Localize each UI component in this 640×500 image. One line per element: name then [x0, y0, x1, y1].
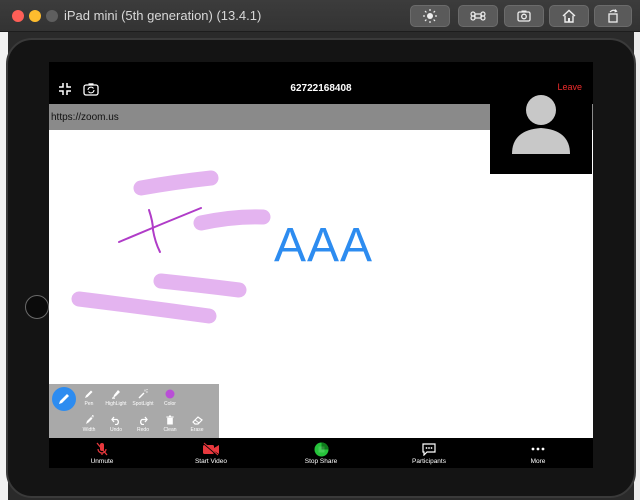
color-tool-label: Color	[164, 401, 176, 407]
home-icon	[562, 9, 576, 23]
avatar-placeholder-icon	[512, 95, 570, 154]
highlighter-icon	[112, 390, 120, 399]
ipad-home-button[interactable]	[25, 295, 49, 319]
more-dots-icon	[531, 447, 545, 451]
pen-icon	[85, 390, 93, 398]
chat-bubble-icon	[422, 443, 436, 456]
start-video-button[interactable]: Start Video	[173, 442, 249, 465]
command-button[interactable]	[458, 5, 498, 27]
more-label: More	[530, 458, 546, 465]
stop-share-label: Stop Share	[304, 458, 338, 465]
screenshot-icon	[517, 10, 531, 22]
brightness-button[interactable]	[410, 5, 450, 27]
undo-icon	[111, 416, 119, 425]
redo-tool[interactable]: Redo	[129, 414, 157, 433]
meeting-controls-bar: Unmute Start Video Stop Share Participan…	[49, 438, 593, 468]
pen-tool-label: Pen	[84, 401, 94, 407]
stop-share-icon	[314, 442, 328, 456]
screenshot-button[interactable]	[504, 5, 544, 27]
highlight-tool[interactable]: HighLight	[102, 388, 130, 407]
stop-share-button[interactable]: Stop Share	[283, 442, 359, 465]
redo-tool-label: Redo	[137, 427, 149, 433]
minimize-window-button[interactable]	[29, 10, 41, 22]
spotlight-tool-label: SpotLight	[132, 401, 154, 407]
erase-tool-label: Erase	[190, 427, 204, 433]
pen-stroke	[118, 207, 202, 243]
highlight-stroke	[133, 170, 219, 196]
annotation-text: AAA	[274, 219, 374, 272]
shared-url: https://zoom.us	[51, 112, 119, 123]
pencil-icon	[59, 394, 69, 404]
spotlight-icon	[138, 389, 148, 399]
video-off-icon	[202, 442, 219, 456]
ipad-screen: 62722168408 https://zoom.us AAA Leave Pe…	[49, 62, 593, 468]
more-button[interactable]: More	[500, 442, 576, 465]
unmute-label: Unmute	[90, 458, 114, 465]
highlight-stroke	[153, 273, 247, 298]
annotation-toolbar: Pen HighLight SpotLight Color Width Undo…	[49, 384, 219, 438]
self-video-tile: Leave	[490, 72, 592, 174]
width-tool[interactable]: Width	[75, 414, 103, 433]
redo-icon	[140, 416, 148, 425]
command-icon	[470, 11, 486, 21]
highlight-stroke	[71, 291, 217, 324]
erase-tool[interactable]: Erase	[183, 414, 211, 433]
color-dot-icon	[165, 389, 175, 399]
width-tool-label: Width	[82, 427, 96, 433]
participants-button[interactable]: Participants	[391, 442, 467, 465]
width-icon	[86, 415, 94, 424]
color-tool[interactable]: Color	[156, 388, 184, 407]
undo-tool-label: Undo	[110, 427, 122, 433]
unmute-button[interactable]: Unmute	[64, 442, 140, 465]
pen-stroke	[148, 209, 161, 253]
eraser-icon	[191, 416, 203, 425]
home-button[interactable]	[549, 5, 589, 27]
highlight-stroke	[193, 209, 271, 231]
highlight-tool-label: HighLight	[105, 401, 127, 407]
clean-tool[interactable]: Clean	[156, 414, 184, 433]
muted-microphone-icon	[96, 442, 108, 456]
rotate-button[interactable]	[594, 5, 632, 27]
annotate-toggle-button[interactable]	[52, 387, 76, 411]
rotate-icon	[608, 9, 618, 23]
window-title: iPad mini (5th generation) (13.4.1)	[64, 8, 262, 23]
brightness-icon	[423, 9, 437, 23]
trash-icon	[166, 415, 174, 425]
simulator-titlebar: iPad mini (5th generation) (13.4.1)	[0, 0, 640, 32]
start-video-label: Start Video	[194, 458, 228, 465]
spotlight-tool[interactable]: SpotLight	[129, 388, 157, 407]
maximize-window-button[interactable]	[46, 10, 58, 22]
undo-tool[interactable]: Undo	[102, 414, 130, 433]
pen-tool[interactable]: Pen	[75, 388, 103, 407]
clean-tool-label: Clean	[163, 427, 177, 433]
participants-label: Participants	[412, 458, 446, 465]
close-window-button[interactable]	[12, 10, 24, 22]
